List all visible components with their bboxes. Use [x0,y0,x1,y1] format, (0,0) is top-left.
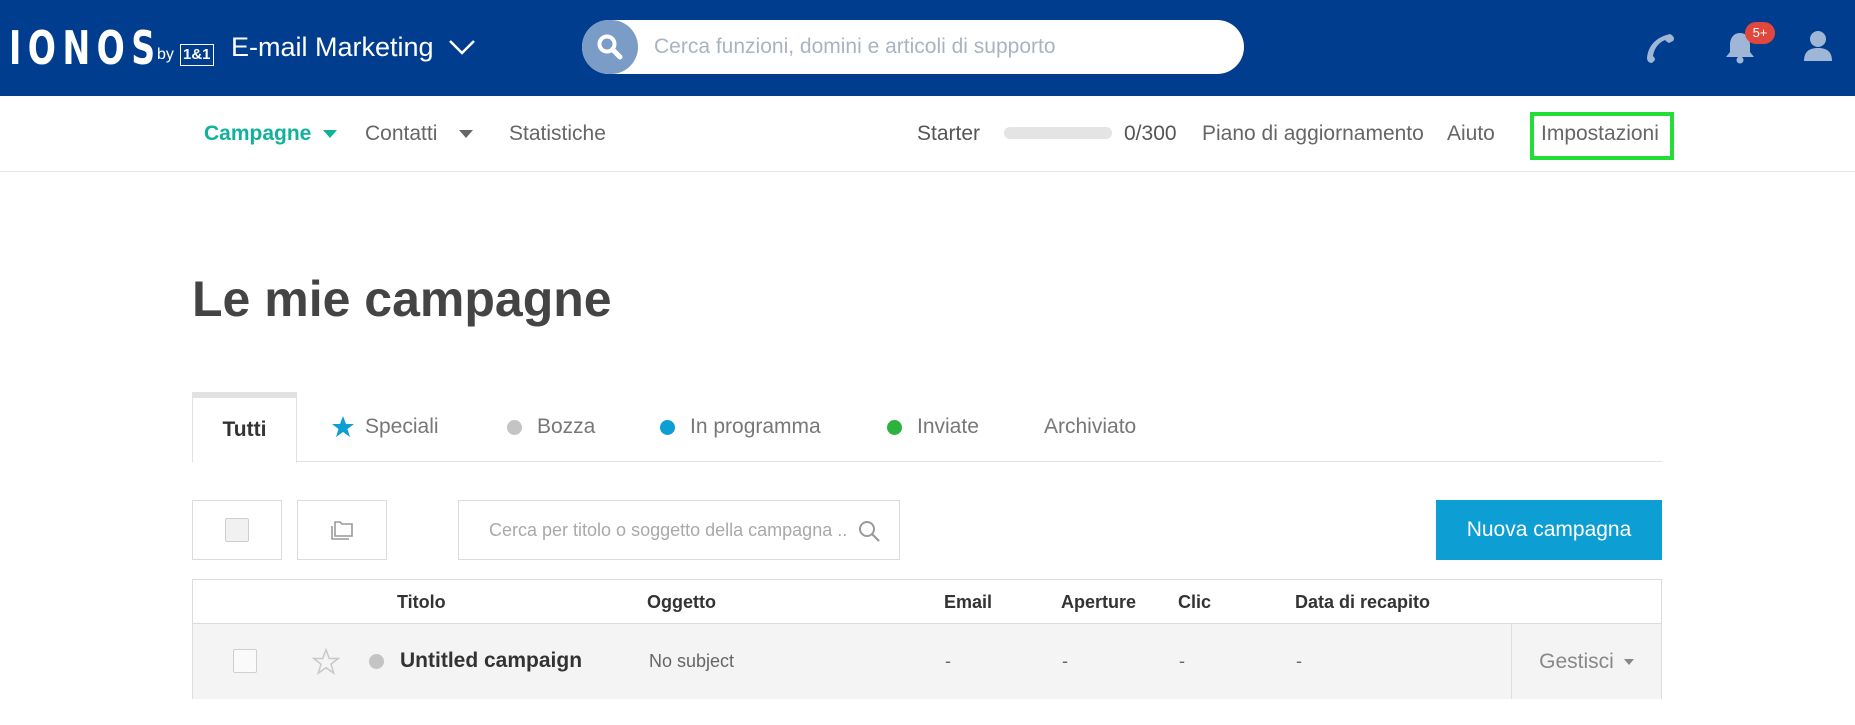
star-outline-icon[interactable] [312,648,340,676]
tab-sent[interactable]: Inviate [887,392,979,462]
campaign-title[interactable]: Untitled campaign [400,649,582,673]
upgrade-plan-link[interactable]: Piano di aggiornamento [1202,122,1424,146]
nav-campaigns-label: Campagne [204,122,312,145]
table-header: Titolo Oggetto Email Aperture Clic Data … [193,580,1661,624]
usage-progress-bar [1004,127,1112,139]
caret-down-icon [323,130,338,138]
col-subject[interactable]: Oggetto [647,592,716,613]
manage-dropdown[interactable]: Gestisci [1511,624,1661,699]
user-icon[interactable] [1801,28,1835,67]
scheduled-dot-icon [660,419,675,435]
global-search[interactable]: Cerca funzioni, domini e articoli di sup… [582,20,1244,74]
campaign-search-input[interactable]: Cerca per titolo o soggetto della campag… [489,520,847,541]
help-link[interactable]: Aiuto [1447,122,1495,146]
notifications-badge: 5+ [1745,22,1775,44]
manage-label: Gestisci [1539,649,1614,673]
campaign-clicks: - [1179,651,1185,671]
product-switcher[interactable]: E-mail Marketing [231,32,476,63]
col-email[interactable]: Email [944,592,992,613]
col-opens[interactable]: Aperture [1061,592,1136,613]
tab-all[interactable]: Tutti [192,392,297,463]
campaigns-table: Titolo Oggetto Email Aperture Clic Data … [192,579,1662,699]
tab-archived[interactable]: Archiviato [1044,392,1136,462]
tab-draft-label: Bozza [537,415,596,438]
global-search-input[interactable]: Cerca funzioni, domini e articoli di sup… [654,35,1056,59]
caret-down-icon [459,130,474,138]
tab-starred-label: Speciali [365,415,439,438]
new-campaign-button[interactable]: Nuova campagna [1436,500,1662,560]
logo-word: IONOS [9,21,162,75]
chevron-down-icon [448,32,476,63]
move-to-folder-button[interactable] [297,500,387,560]
tab-all-label: Tutti [222,418,267,441]
ionos-logo[interactable]: IONOS by 1&1 [9,21,214,75]
logo-by: by [157,46,174,63]
campaign-opens: - [1062,651,1068,671]
campaign-delivery-date: - [1296,651,1302,671]
nav-statistics-label: Statistiche [509,122,606,145]
sub-navigation: Campagne Contatti Statistiche Starter 0/… [0,96,1855,172]
row-checkbox[interactable] [233,649,257,673]
campaign-email: - [945,651,951,671]
campaign-search[interactable]: Cerca per titolo o soggetto della campag… [458,500,900,560]
nav-campaigns[interactable]: Campagne [204,122,338,146]
select-all-box[interactable] [192,500,282,560]
search-icon[interactable] [582,20,638,74]
tab-archived-label: Archiviato [1044,415,1137,438]
nav-statistics[interactable]: Statistiche [509,122,606,146]
star-icon [331,415,355,439]
select-all-checkbox[interactable] [225,518,249,542]
top-bar: IONOS by 1&1 E-mail Marketing Cerca funz… [0,0,1855,96]
caret-down-icon [1623,658,1634,665]
tab-scheduled[interactable]: In programma [660,392,821,462]
col-clicks[interactable]: Clic [1178,592,1211,613]
campaign-subject: No subject [649,651,735,671]
phone-icon[interactable] [1644,30,1678,69]
table-row[interactable]: Untitled campaign No subject - - - - Ges… [193,624,1661,699]
col-delivery-date[interactable]: Data di recapito [1295,592,1430,613]
nav-contacts-label: Contatti [365,122,438,145]
draft-dot-icon [507,419,522,435]
tab-scheduled-label: In programma [690,415,821,438]
plan-name: Starter [917,122,981,145]
logo-brand: 1&1 [180,44,214,66]
draft-status-dot [369,654,384,669]
folders-icon [330,519,354,541]
col-title[interactable]: Titolo [397,592,446,613]
nav-contacts[interactable]: Contatti [365,122,474,146]
tab-starred[interactable]: Speciali [331,392,439,462]
settings-link[interactable]: Impostazioni [1541,122,1659,146]
page-title: Le mie campagne [192,271,612,327]
tab-sent-label: Inviate [917,415,979,438]
sent-dot-icon [887,419,902,435]
product-name: E-mail Marketing [231,32,434,62]
search-icon[interactable] [857,519,881,543]
tab-draft[interactable]: Bozza [507,392,595,462]
campaign-tabs: Tutti Speciali Bozza In programma Inviat… [192,392,1662,463]
usage-count: 0/300 [1124,122,1177,145]
